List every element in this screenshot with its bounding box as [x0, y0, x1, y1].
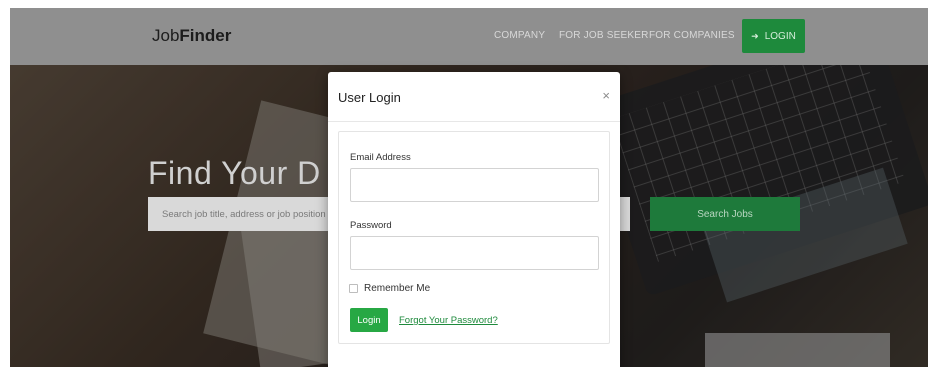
forgot-password-link[interactable]: Forgot Your Password? [399, 315, 498, 326]
remember-me-label: Remember Me [364, 283, 431, 294]
search-jobs-button[interactable]: Search Jobs [650, 197, 800, 231]
login-form-panel: Email Address Password Remember Me Login… [338, 131, 610, 344]
email-field[interactable] [350, 168, 599, 202]
nav-link-company[interactable]: COMPANY [494, 30, 545, 41]
login-button[interactable]: Login [350, 308, 388, 332]
brand-light-text: Job [152, 26, 180, 45]
email-label: Email Address [350, 152, 411, 163]
remember-me-checkbox[interactable] [349, 284, 358, 293]
modal-title: User Login [338, 90, 401, 105]
nav-login-button[interactable]: ➜ LOGIN [742, 19, 805, 53]
nav-link-companies[interactable]: FOR COMPANIES [649, 30, 735, 41]
nav-login-label: LOGIN [764, 30, 796, 42]
login-modal: User Login × Email Address Password Reme… [328, 72, 620, 367]
close-icon[interactable]: × [602, 88, 610, 103]
hero-title: Find Your D [148, 155, 321, 191]
brand-logo[interactable]: JobFinder [152, 26, 231, 46]
nav-link-job-seeker[interactable]: FOR JOB SEEKER [559, 30, 649, 41]
modal-header: User Login × [328, 72, 620, 122]
password-field[interactable] [350, 236, 599, 270]
sign-in-icon: ➜ [751, 30, 759, 41]
brand-bold-text: Finder [179, 26, 232, 45]
page-frame: JobFinder COMPANY FOR JOB SEEKER FOR COM… [10, 8, 928, 367]
navbar: JobFinder COMPANY FOR JOB SEEKER FOR COM… [10, 8, 928, 65]
remember-me-row[interactable]: Remember Me [349, 283, 430, 294]
password-label: Password [350, 220, 392, 231]
